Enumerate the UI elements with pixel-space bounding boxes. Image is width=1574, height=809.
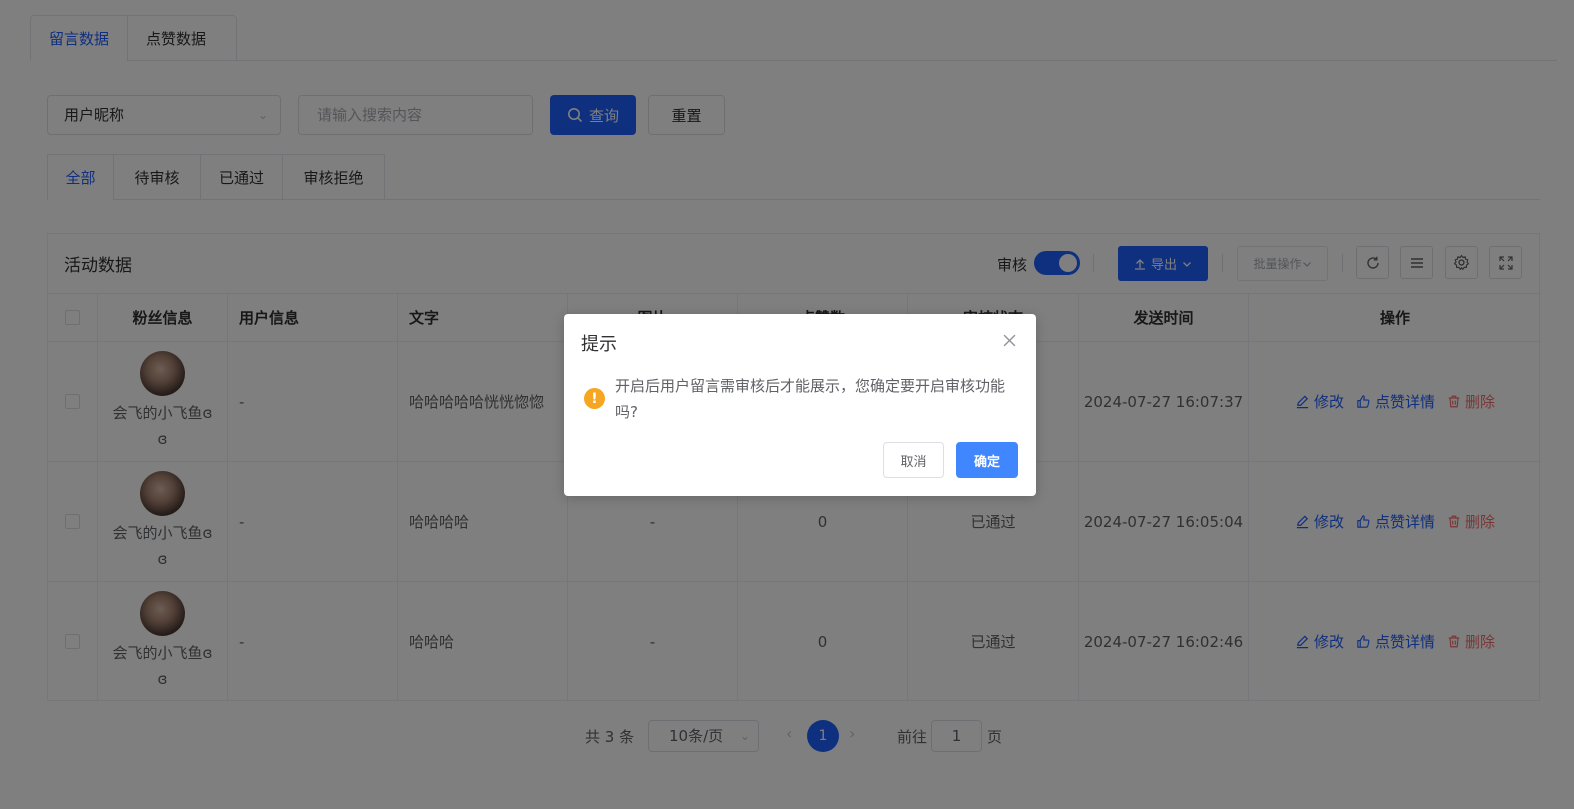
- warning-icon: !: [584, 388, 605, 409]
- confirm-button[interactable]: 确定: [956, 442, 1018, 478]
- close-button[interactable]: [1001, 332, 1017, 348]
- confirm-dialog: 提示 ! 开启后用户留言需审核后才能展示，您确定要开启审核功能吗? 取消 确定: [564, 314, 1036, 496]
- close-icon: [1003, 334, 1015, 346]
- dialog-title: 提示: [581, 334, 617, 355]
- dialog-message: 开启后用户留言需审核后才能展示，您确定要开启审核功能吗?: [615, 377, 1006, 421]
- cancel-label: 取消: [900, 453, 927, 469]
- confirm-label: 确定: [973, 453, 1000, 469]
- cancel-button[interactable]: 取消: [883, 442, 944, 478]
